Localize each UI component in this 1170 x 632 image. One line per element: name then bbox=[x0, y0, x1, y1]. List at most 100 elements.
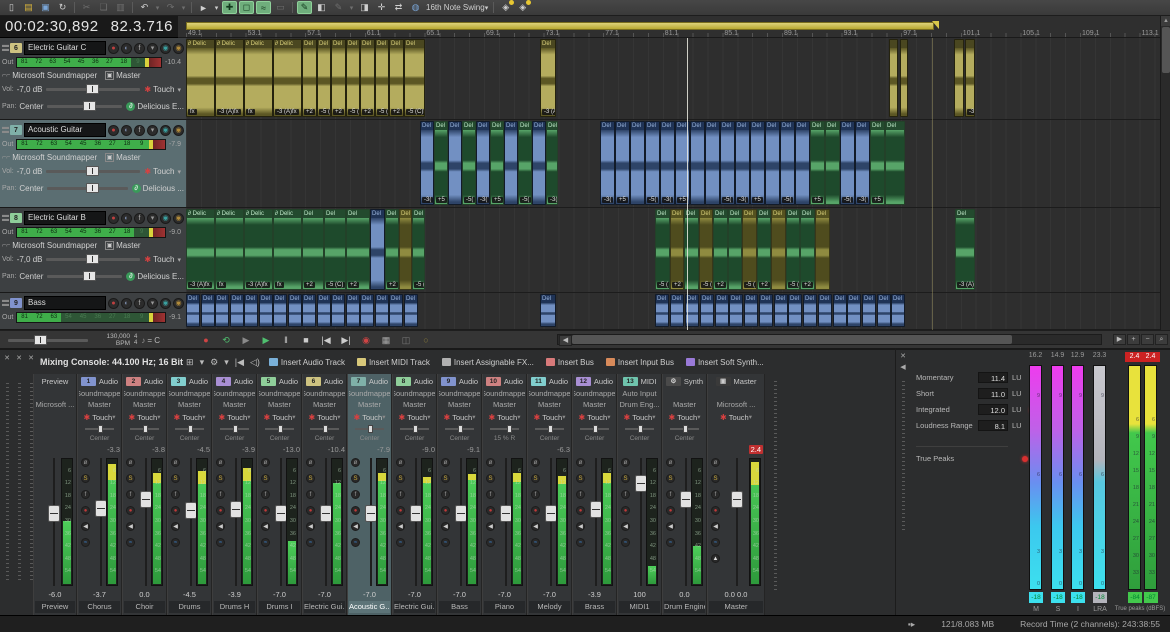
strip-fader-thumb[interactable] bbox=[95, 500, 107, 517]
mixer-strip-master[interactable]: ▣MasterMicrosoft ...✱Touch ▾2.4øSf●◀≈▲61… bbox=[707, 374, 765, 615]
strip-fader-track[interactable] bbox=[190, 458, 192, 586]
audio-clip[interactable] bbox=[954, 39, 964, 117]
strip-pan-slider[interactable] bbox=[445, 428, 474, 430]
audio-clip[interactable]: Del-5 (C) bbox=[324, 209, 346, 290]
strip-fader-thumb[interactable] bbox=[410, 505, 422, 522]
input-echo-icon[interactable]: ◀ bbox=[81, 522, 90, 531]
strip-pan-slider[interactable] bbox=[130, 428, 159, 430]
new-project-icon[interactable]: ▯ bbox=[4, 1, 19, 14]
strip-output[interactable]: Master bbox=[133, 400, 156, 409]
track-header-3[interactable]: ▬▬8Electric Guitar B●◐f▾◉◉Out81726354453… bbox=[0, 208, 186, 293]
strip-fader-track[interactable] bbox=[460, 458, 462, 586]
audio-clip[interactable]: Del-5( bbox=[518, 121, 532, 205]
strip-automation-mode[interactable]: Touch bbox=[92, 413, 112, 422]
audio-clip[interactable] bbox=[889, 39, 898, 117]
audio-clip[interactable]: ∂ Delicfx bbox=[244, 39, 273, 117]
audio-clip[interactable]: Del-3( bbox=[546, 121, 558, 205]
phase-icon[interactable]: ø bbox=[216, 458, 225, 467]
mixer-options-caret-icon[interactable]: ▾ bbox=[224, 357, 229, 368]
strip-pan-thumb[interactable] bbox=[413, 425, 418, 433]
audio-clip[interactable]: Del-5 (C)fx bbox=[346, 39, 360, 117]
strip-fader-thumb[interactable] bbox=[545, 505, 557, 522]
interleave-icon[interactable]: S bbox=[711, 474, 720, 483]
strip-pan-thumb[interactable] bbox=[233, 425, 238, 433]
audio-clip[interactable]: Del bbox=[630, 121, 645, 205]
step-sequencer-button[interactable]: ▦ bbox=[377, 333, 395, 347]
strip-output[interactable]: Master bbox=[313, 400, 336, 409]
time-signature[interactable]: 44 bbox=[134, 334, 137, 346]
input-echo-icon[interactable]: ◀ bbox=[396, 522, 405, 531]
automation-button[interactable]: f bbox=[134, 125, 145, 136]
input-echo-icon[interactable]: ◀ bbox=[216, 522, 225, 531]
audio-clip[interactable]: Del-3( bbox=[476, 121, 490, 205]
input-echo-icon[interactable]: ◀ bbox=[441, 522, 450, 531]
audio-clip[interactable]: Del bbox=[230, 294, 244, 327]
fx-bypass-icon[interactable]: f bbox=[711, 490, 720, 499]
strip-automation-mode[interactable]: Touch bbox=[272, 413, 292, 422]
audio-clip[interactable]: Del-5( bbox=[462, 121, 476, 205]
volume-slider[interactable] bbox=[46, 258, 140, 261]
audio-clip[interactable]: Del+2 bbox=[360, 39, 375, 117]
strip-pan-thumb[interactable] bbox=[548, 425, 553, 433]
input-echo-button[interactable]: ◉ bbox=[160, 125, 171, 136]
audio-clip[interactable]: Del+5 bbox=[490, 121, 504, 205]
strip-fader-track[interactable] bbox=[736, 458, 738, 586]
timeline-ruler[interactable]: 49.153.157.161.165.169.173.177.181.185.1… bbox=[178, 16, 1160, 38]
track-output[interactable]: Master bbox=[116, 241, 140, 250]
strip-fader-track[interactable] bbox=[325, 458, 327, 586]
phase-icon[interactable]: ø bbox=[81, 458, 90, 467]
narrow-strips-icon[interactable]: |◀ bbox=[235, 357, 244, 368]
record-arm-icon[interactable]: ● bbox=[261, 506, 270, 515]
vertical-scroll-thumb[interactable] bbox=[1162, 27, 1170, 73]
strip-output[interactable]: Master bbox=[88, 400, 111, 409]
audio-clip[interactable]: Del-3( bbox=[600, 121, 615, 205]
play-button[interactable]: ▶ bbox=[257, 333, 275, 347]
chevron-down-icon[interactable]: ▾ bbox=[147, 125, 158, 136]
strip-name-label[interactable]: Melody bbox=[529, 601, 570, 613]
audio-clip[interactable]: Del+5 bbox=[750, 121, 765, 205]
wave-preview-icon[interactable]: ≈ bbox=[486, 538, 495, 547]
strip-output[interactable]: Master bbox=[403, 400, 426, 409]
save-icon[interactable]: ▣ bbox=[38, 1, 53, 14]
strip-output[interactable]: Master bbox=[268, 400, 291, 409]
strip-input[interactable]: Soundmapper bbox=[439, 389, 480, 398]
audio-clip[interactable]: Del bbox=[759, 294, 773, 327]
strip-name-label[interactable]: Drums H bbox=[214, 601, 255, 613]
record-arm-icon[interactable]: ● bbox=[351, 506, 360, 515]
strip-output[interactable]: Master bbox=[673, 400, 696, 409]
record-arm-button[interactable]: ● bbox=[108, 125, 119, 136]
strip-input[interactable]: Soundmapper bbox=[394, 389, 435, 398]
track-name-field[interactable]: Bass bbox=[24, 296, 106, 310]
record-button[interactable]: ● bbox=[197, 333, 215, 347]
scroll-right-icon[interactable]: ▶ bbox=[1113, 334, 1126, 345]
strip-name-label[interactable]: Choir bbox=[124, 601, 165, 613]
pan-thumb[interactable] bbox=[83, 271, 96, 281]
strip-automation-mode[interactable]: Touch bbox=[182, 413, 202, 422]
redo-caret-icon[interactable]: ▾ bbox=[180, 1, 187, 14]
fx-chain-name[interactable]: Delicious E... bbox=[137, 272, 184, 281]
automation-button[interactable]: f bbox=[134, 213, 145, 224]
fx-bypass-icon[interactable]: f bbox=[261, 490, 270, 499]
insert-button[interactable]: Insert MIDI Track bbox=[357, 358, 430, 367]
tempo-value[interactable]: 130,000BPM bbox=[92, 333, 130, 347]
audio-clip[interactable]: Del bbox=[788, 294, 802, 327]
dock-close-icon[interactable]: ✕ bbox=[14, 354, 24, 362]
record-arm-button[interactable]: ● bbox=[108, 43, 119, 54]
strip-pan-slider[interactable] bbox=[85, 428, 114, 430]
fx-bypass-icon[interactable]: f bbox=[441, 490, 450, 499]
freeze-button[interactable]: ◉ bbox=[173, 213, 184, 224]
strip-automation-mode[interactable]: Touch bbox=[587, 413, 607, 422]
redo-icon[interactable]: ↷ bbox=[163, 1, 178, 14]
strip-fader-thumb[interactable] bbox=[455, 505, 467, 522]
strip-pan-thumb[interactable] bbox=[683, 425, 688, 433]
chevron-down-icon[interactable]: ▾ bbox=[147, 298, 158, 309]
strip-volume-value[interactable]: -3.7 bbox=[93, 590, 106, 599]
speaker-icon[interactable]: ◁) bbox=[250, 357, 260, 368]
volume-slider[interactable] bbox=[46, 170, 140, 173]
wave-preview-icon[interactable]: ≈ bbox=[666, 538, 675, 547]
audio-clip[interactable]: Del+2 bbox=[302, 39, 317, 117]
audio-clip[interactable]: Del-5( bbox=[840, 121, 855, 205]
audio-clip[interactable]: Del-5 ( bbox=[699, 209, 713, 290]
audio-clip[interactable]: Del bbox=[774, 294, 788, 327]
mute-button[interactable]: ◐ bbox=[121, 298, 132, 309]
